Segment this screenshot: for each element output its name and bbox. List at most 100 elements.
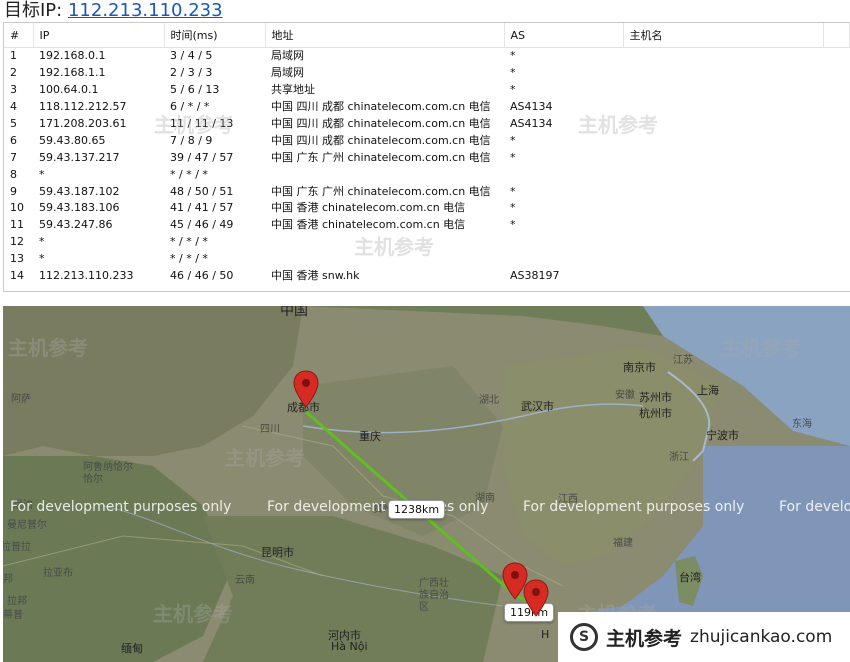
hop-hostname (623, 82, 823, 99)
col-header-filler (823, 23, 850, 48)
brand-name: 主机参考 (606, 627, 683, 650)
table-row[interactable]: 8 * * / * / * (4, 166, 850, 183)
table-row[interactable]: 9 59.43.187.102 48 / 50 / 51 中国 广东 广州 china… (4, 183, 850, 200)
table-row[interactable]: 5 171.208.203.61 11 / 11 / 13 中国 四川 成都 chin… (4, 116, 850, 133)
hop-hostname (623, 132, 823, 149)
hop-as: * (510, 184, 516, 198)
table-row[interactable]: 3 100.64.0.1 5 / 6 / 13 共享地址 * (4, 82, 850, 99)
table-row[interactable]: 6 59.43.80.65 7 / 8 / 9 中国 四川 成都 chinatelec… (4, 132, 850, 149)
label-chongqing: 重庆 (359, 430, 381, 443)
hop-number: 8 (10, 167, 17, 181)
hop-address: 中国 香港 chinatelecom.com.cn 电信 (271, 201, 466, 215)
label-taiwan: 台湾 (679, 571, 701, 584)
col-header-address[interactable]: 地址 (265, 23, 505, 48)
table-row[interactable]: 11 59.43.247.86 45 / 46 / 49 中国 香港 chinatel… (4, 217, 850, 234)
row-filler (823, 48, 850, 65)
table-row[interactable]: 4 118.112.212.57 6 / * / * 中国 四川 成都 chinate… (4, 99, 850, 116)
label-hanoi-latin: Hà Nội (331, 640, 368, 653)
row-filler (823, 166, 850, 183)
hop-hostname (623, 116, 823, 133)
row-filler (823, 149, 850, 166)
row-filler (823, 217, 850, 234)
hop-as: * (510, 201, 516, 215)
row-filler (823, 132, 850, 149)
label-foreign: 拉邦 (7, 596, 27, 607)
brand-site: zhujicankao.com (690, 627, 833, 647)
hop-number: 7 (10, 150, 17, 164)
hop-ip: 100.64.0.1 (39, 83, 99, 97)
label-province: 福建 (613, 538, 633, 549)
hop-time: 41 / 41 / 57 (170, 201, 234, 215)
hop-number: 10 (10, 201, 24, 215)
label-myanmar: 缅甸 (121, 642, 143, 655)
label-nanjing: 南京市 (623, 361, 656, 374)
hop-ip: 171.208.203.61 (39, 117, 127, 130)
map-marker-chengdu[interactable] (293, 370, 319, 408)
hop-hostname (623, 251, 823, 268)
table-row[interactable]: 1 192.168.0.1 3 / 4 / 5 局域网 * (4, 48, 850, 65)
hop-number: 4 (10, 100, 17, 114)
hop-address: 中国 香港 snw.hk (271, 269, 360, 283)
target-ip-line: 目标IP: 112.213.110.233 (4, 0, 223, 22)
hop-address: 中国 广东 广州 chinatelecom.com.cn 电信 (271, 184, 491, 198)
hop-time: 39 / 47 / 57 (170, 150, 234, 164)
hop-ip: 59.43.137.217 (39, 150, 120, 164)
table-row[interactable]: 12 * * / * / * (4, 234, 850, 251)
row-filler (823, 268, 850, 285)
row-filler (823, 82, 850, 99)
label-foreign: 蒂普 (3, 610, 23, 621)
target-ip-link[interactable]: 112.213.110.233 (68, 0, 223, 21)
hop-as: * (510, 133, 516, 147)
label-sea: 东海 (792, 419, 812, 430)
dev-overlay-text: For development purposes only (267, 499, 489, 515)
hop-time: 5 / 6 / 13 (170, 83, 220, 97)
hop-ip: * (39, 235, 45, 249)
label-foreign: 邦 (3, 574, 13, 585)
hop-ip: 59.43.247.86 (39, 218, 113, 232)
map-marker-hongkong[interactable] (523, 579, 549, 617)
col-header-hostname[interactable]: 主机名 (623, 23, 824, 48)
hop-time: 3 / 4 / 5 (170, 49, 213, 63)
table-row[interactable]: 2 192.168.1.1 2 / 3 / 3 局域网 * (4, 65, 850, 82)
hop-address: 共享地址 (271, 83, 315, 97)
label-suzhou: 苏州市 (639, 391, 672, 404)
table-row[interactable]: 14 112.213.110.233 46 / 46 / 50 中国 香港 snw.h… (4, 268, 850, 285)
hop-number: 14 (10, 269, 24, 283)
hop-address: 局域网 (271, 49, 304, 63)
row-filler (823, 183, 850, 200)
row-filler (823, 65, 850, 82)
hop-number: 5 (10, 117, 17, 130)
hop-time: * / * / * (170, 252, 208, 266)
label-wuhan: 武汉市 (521, 400, 554, 413)
hop-number: 9 (10, 184, 17, 198)
table-row[interactable]: 13 * * / * / * (4, 251, 850, 268)
hop-ip: * (39, 167, 45, 181)
hop-ip: 59.43.187.102 (39, 184, 120, 198)
label-province: 浙江 (669, 452, 689, 463)
hop-as: AS38197 (510, 269, 560, 283)
label-province: 江苏 (673, 355, 693, 366)
hop-number: 2 (10, 66, 17, 80)
hop-ip: 59.43.80.65 (39, 133, 106, 147)
hop-time: 45 / 46 / 49 (170, 218, 234, 232)
route-map[interactable]: 主机参考 主机参考 主机参考 主机参考 主机参考 中国 成都市 重庆 武汉市 南… (3, 306, 850, 662)
distance-label-1: 1238km (388, 500, 446, 519)
hop-ip: 59.43.183.106 (39, 201, 120, 215)
label-foreign: 拉亚布 (43, 568, 73, 579)
table-row[interactable]: 10 59.43.183.106 41 / 41 / 57 中国 香港 chinate… (4, 200, 850, 217)
hop-ip: 192.168.0.1 (39, 49, 106, 63)
col-header-ip[interactable]: IP (33, 23, 165, 48)
hop-time: 11 / 11 / 13 (170, 117, 234, 130)
col-header-time[interactable]: 时间(ms) (164, 23, 266, 48)
hop-as: * (510, 66, 516, 80)
table-row[interactable]: 7 59.43.137.217 39 / 47 / 57 中国 广东 广州 china… (4, 149, 850, 166)
col-header-num[interactable]: # (4, 23, 34, 48)
col-header-as[interactable]: AS (504, 23, 624, 48)
label-province: 广西壮族自治区 (419, 578, 449, 613)
label-shanghai: 上海 (697, 384, 719, 397)
hop-address (265, 234, 504, 251)
hop-number: 1 (10, 49, 17, 63)
hop-number: 12 (10, 235, 24, 249)
hop-hostname (623, 166, 823, 183)
label-province: 云南 (235, 575, 255, 586)
